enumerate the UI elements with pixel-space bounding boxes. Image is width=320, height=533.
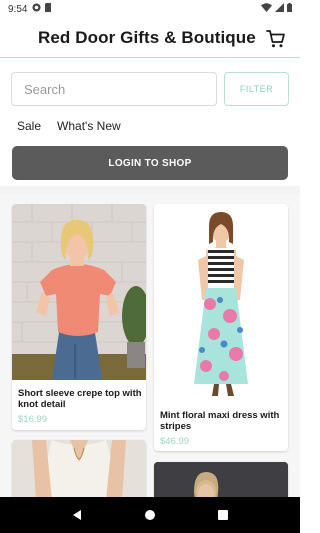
signal-icon xyxy=(275,3,284,15)
store-title: Red Door Gifts & Boutique xyxy=(38,28,256,47)
tab-whats-new[interactable]: What's New xyxy=(57,119,121,133)
search-input[interactable] xyxy=(11,72,217,106)
status-time: 9:54 xyxy=(8,3,28,15)
product-image[interactable] xyxy=(154,462,288,497)
product-price: $16.99 xyxy=(18,414,48,425)
product-card[interactable]: Short sleeve crepe top with knot detail … xyxy=(12,204,146,430)
product-image[interactable] xyxy=(154,204,288,402)
search-row: FILTER xyxy=(11,72,289,106)
product-card[interactable] xyxy=(12,440,146,497)
section-divider xyxy=(0,186,300,194)
app-header: Red Door Gifts & Boutique xyxy=(0,20,300,58)
product-grid: Short sleeve crepe top with knot detail … xyxy=(0,194,300,497)
cart-icon[interactable] xyxy=(266,29,286,49)
product-name: Mint floral maxi dress with stripes xyxy=(160,410,280,432)
product-card[interactable]: Mint floral maxi dress with stripes $46.… xyxy=(154,204,288,451)
back-triangle-icon[interactable] xyxy=(62,500,92,530)
tab-sale[interactable]: Sale xyxy=(17,119,41,133)
product-image[interactable] xyxy=(12,204,146,380)
battery-icon xyxy=(287,3,292,15)
recents-square-icon[interactable] xyxy=(208,500,238,530)
sync-icon xyxy=(32,3,42,15)
product-card[interactable] xyxy=(154,462,288,497)
product-price: $46.99 xyxy=(160,436,190,447)
login-to-shop-button[interactable]: LOGIN TO SHOP xyxy=(12,146,288,180)
status-bar: 9:54 xyxy=(0,0,300,18)
system-nav-bar xyxy=(0,497,300,533)
filter-button[interactable]: FILTER xyxy=(224,72,289,106)
category-tabs: Sale What's New xyxy=(17,119,121,133)
wifi-icon xyxy=(261,3,272,15)
sd-card-icon xyxy=(45,3,52,15)
product-image[interactable] xyxy=(12,440,146,497)
home-circle-icon[interactable] xyxy=(135,500,165,530)
product-name: Short sleeve crepe top with knot detail xyxy=(18,388,142,410)
